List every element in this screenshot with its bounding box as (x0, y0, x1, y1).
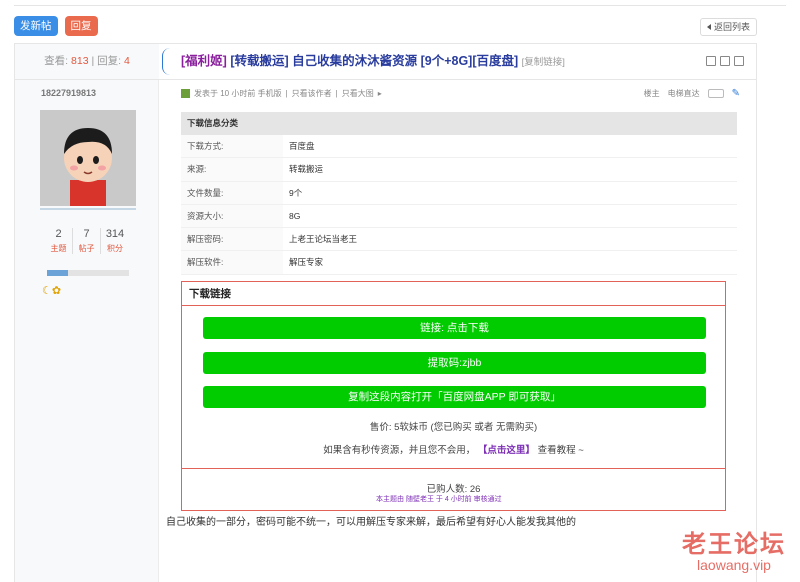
floor-label: 楼主 (643, 89, 660, 98)
avatar-divider (40, 208, 136, 210)
download-box-divider (182, 468, 725, 469)
user-stat-label: 积分 (107, 244, 123, 253)
posted-time: 发表于 10 小时前 手机版 (194, 89, 282, 98)
user-stat-posts[interactable]: 7 帖子 (73, 228, 101, 254)
title-actions (706, 56, 744, 66)
user-stats: 2 主题 7 帖子 314 积分 (45, 228, 129, 254)
only-large-image-link[interactable]: 只看大图 (342, 88, 374, 99)
prev-thread-icon[interactable] (720, 56, 730, 66)
thread-tag[interactable]: [福利姬] (181, 54, 227, 68)
user-stat-value: 7 (83, 228, 90, 240)
info-row: 解压密码: 上老王论坛当老王 (181, 228, 737, 252)
post-meta: 发表于 10 小时前 手机版 | 只看该作者 | 只看大图 ▸ (181, 88, 382, 99)
user-stat-label: 帖子 (78, 244, 95, 253)
post-body-text: 自己收集的一部分，密码可能不统一，可以用解压专家来解，最后希望有好心人能发我其他… (166, 517, 576, 528)
copy-content-button[interactable]: 复制这段内容打开「百度网盘APP 即可获取」 (203, 386, 706, 408)
views-label: 查看: (44, 55, 69, 67)
user-stat-points[interactable]: 314 积分 (101, 228, 129, 254)
copy-link-button[interactable]: [复制链接] (522, 57, 565, 68)
info-row: 资源大小: 8G (181, 204, 737, 229)
info-key: 下载方式: (181, 135, 283, 158)
user-stat-label: 主题 (50, 244, 67, 253)
floor-jump-input[interactable] (707, 89, 724, 98)
info-row: 文件数量: 9个 (181, 181, 737, 205)
replies-count: 4 (123, 55, 130, 67)
author-name[interactable]: 18227919813 (41, 88, 96, 98)
info-value: 百度盘 (289, 141, 315, 151)
replies-label: 回复: (97, 55, 122, 67)
user-stat-value: 2 (55, 228, 62, 240)
back-to-list-label: 返回列表 (713, 22, 750, 32)
tip-prefix: 如果含有秒传资源，并且您不会用， (323, 445, 476, 456)
next-thread-icon[interactable] (734, 56, 744, 66)
thread-title-text: [转载搬运] 自己收集的沐沐酱资源 [9个+8G][百度盘] (230, 54, 519, 68)
meta-separator: | (335, 89, 338, 98)
price-text: 售价: 5软妹币 (您已购买 或者 无需购买) (369, 422, 538, 433)
info-value: 8G (289, 210, 301, 221)
toolbar: 发新帖 回复 (14, 16, 98, 36)
info-key: 文件数量: (181, 181, 283, 204)
watermark-text: 老王论坛 (682, 531, 786, 558)
only-author-link[interactable]: 只看该作者 (292, 88, 332, 99)
thread-header: 查看: 813 | 回复: 4 [福利姬] [转载搬运] 自己收集的沐沐酱资源 … (15, 44, 756, 80)
play-icon[interactable]: ▸ (378, 89, 382, 98)
download-box-title: 下载链接 (182, 282, 725, 306)
info-key: 来源: (181, 158, 283, 181)
post-meta-right: 楼主 电梯直达 ✎ (644, 88, 740, 99)
tip-suffix: 查看教程 ~ (537, 445, 584, 456)
views-count: 813 (71, 55, 89, 67)
download-info-table: 下载信息分类 下载方式: 百度盘 来源: 转载搬运 文件数量: 9个 资源大小:… (181, 112, 737, 275)
info-key: 解压密码: (181, 228, 283, 251)
tutorial-tip: 如果含有秒传资源，并且您不会用， 【点击这里】 查看教程 ~ (182, 442, 725, 456)
thread-title: [福利姬] [转载搬运] 自己收集的沐沐酱资源 [9个+8G][百度盘] [复制… (181, 44, 565, 79)
level-progress-bar (47, 270, 129, 276)
audit-notice: 本主题由 随壁老王 于 4 小时前 审核通过 (376, 496, 502, 503)
medals: ☾✿ (42, 285, 62, 297)
new-post-button[interactable]: 发新帖 (14, 16, 58, 36)
author-status-icon (181, 89, 190, 98)
avatar[interactable] (40, 110, 136, 206)
back-arrow-icon (706, 24, 711, 30)
top-divider (14, 0, 786, 6)
user-stat-threads[interactable]: 2 主题 (45, 228, 73, 254)
reply-button[interactable]: 回复 (64, 16, 98, 36)
extract-code-button[interactable]: 提取码:zjbb (203, 352, 706, 374)
info-value: 9个 (289, 187, 303, 198)
info-value: 解压专家 (289, 257, 324, 268)
watermark-url: laowang.vip (697, 557, 771, 573)
back-to-list-button[interactable]: 返回列表 (699, 18, 757, 36)
thread-stats: 查看: 813 | 回复: 4 (15, 44, 159, 79)
level-progress-fill (47, 270, 68, 276)
meta-separator: | (285, 89, 288, 98)
info-value: 转载搬运 (289, 164, 324, 175)
info-row: 来源: 转载搬运 (181, 158, 737, 182)
direct-jump-label: 电梯直达 (667, 89, 700, 98)
info-table-header: 下载信息分类 (181, 112, 737, 135)
watermark: 老王论坛 laowang.vip (682, 524, 786, 573)
info-row: 下载方式: 百度盘 (181, 135, 737, 159)
buyers-count: 已购人数: 26 (426, 484, 481, 495)
title-bracket (162, 48, 172, 75)
download-link-box: 下载链接 链接: 点击下载 提取码:zjbb 复制这段内容打开「百度网盘APP … (181, 281, 726, 511)
click-here-link[interactable]: 【点击这里】 (478, 445, 535, 456)
info-value: 上老王论坛当老王 (289, 234, 358, 245)
user-stat-value: 314 (105, 228, 125, 240)
info-row: 解压软件: 解压专家 (181, 251, 737, 275)
info-key: 资源大小: (181, 204, 283, 228)
wrench-icon[interactable]: ✎ (732, 88, 740, 99)
print-icon[interactable] (706, 56, 716, 66)
download-link-button[interactable]: 链接: 点击下载 (203, 317, 706, 339)
info-key: 解压软件: (181, 251, 283, 274)
